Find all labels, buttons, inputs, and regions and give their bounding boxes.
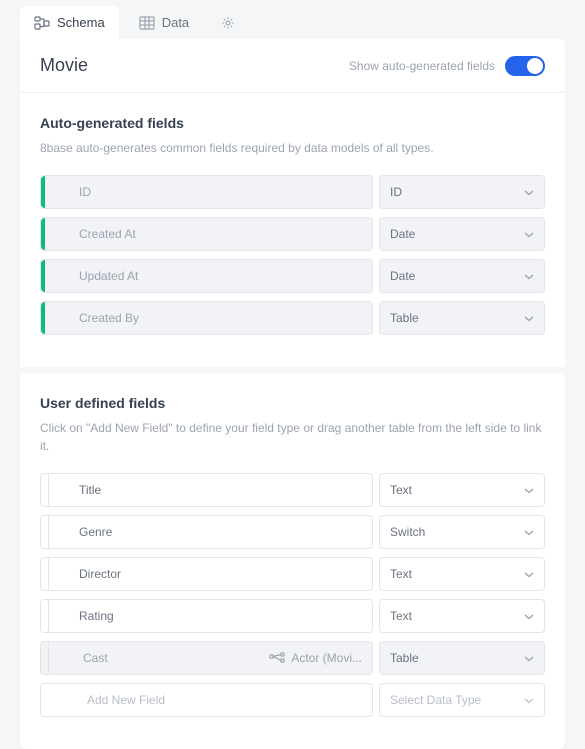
chevron-down-icon bbox=[524, 227, 534, 241]
field-name-box[interactable]: Title bbox=[40, 473, 373, 507]
field-type-select[interactable]: Text bbox=[379, 599, 545, 633]
field-handle[interactable] bbox=[41, 558, 49, 590]
field-type-select[interactable]: Table bbox=[379, 641, 545, 675]
field-row: Created By Table bbox=[40, 301, 545, 335]
field-name-box[interactable]: Cast Actor (Movi... bbox=[40, 641, 373, 675]
chevron-down-icon bbox=[524, 311, 534, 325]
page-title: Movie bbox=[40, 55, 88, 76]
field-handle[interactable] bbox=[41, 642, 49, 674]
field-label: Director bbox=[49, 567, 121, 581]
chevron-down-icon bbox=[524, 483, 534, 497]
field-type-label: Text bbox=[390, 483, 412, 497]
field-row: Updated At Date bbox=[40, 259, 545, 293]
field-name-box: Created At bbox=[40, 217, 373, 251]
relation-icon bbox=[269, 652, 285, 664]
section-desc: Click on "Add New Field" to define your … bbox=[40, 419, 545, 455]
field-label: Created By bbox=[45, 311, 139, 325]
gear-icon bbox=[221, 16, 237, 30]
tab-data[interactable]: Data bbox=[125, 6, 203, 39]
chevron-down-icon bbox=[524, 693, 534, 707]
section-title: Auto-generated fields bbox=[40, 115, 545, 131]
field-type-label: Table bbox=[390, 311, 419, 325]
field-type-select[interactable]: Text bbox=[379, 557, 545, 591]
field-type-select[interactable]: Text bbox=[379, 473, 545, 507]
field-label: ID bbox=[45, 185, 91, 199]
tab-data-label: Data bbox=[162, 15, 189, 30]
chevron-down-icon bbox=[524, 567, 534, 581]
field-row: Director Text bbox=[40, 557, 545, 591]
auto-generated-section: Auto-generated fields 8base auto-generat… bbox=[20, 93, 565, 367]
field-row: Cast Actor (Movi... Table bbox=[40, 641, 545, 675]
tab-schema[interactable]: Schema bbox=[20, 6, 119, 39]
field-handle[interactable] bbox=[41, 474, 49, 506]
field-label: Updated At bbox=[45, 269, 138, 283]
field-name-box: ID bbox=[40, 175, 373, 209]
field-name-box: Created By bbox=[40, 301, 373, 335]
chevron-down-icon bbox=[524, 609, 534, 623]
add-field-box[interactable] bbox=[40, 683, 373, 717]
chevron-down-icon bbox=[524, 185, 534, 199]
field-name-box[interactable]: Rating bbox=[40, 599, 373, 633]
chevron-down-icon bbox=[524, 525, 534, 539]
field-type-label: Date bbox=[390, 269, 415, 283]
field-type-select[interactable]: Date bbox=[379, 217, 545, 251]
user-defined-section: User defined fields Click on "Add New Fi… bbox=[20, 367, 565, 749]
data-icon bbox=[139, 16, 155, 30]
field-type-select[interactable]: Switch bbox=[379, 515, 545, 549]
section-desc: 8base auto-generates common fields requi… bbox=[40, 139, 545, 157]
chevron-down-icon bbox=[524, 269, 534, 283]
schema-panel: Movie Show auto-generated fields Auto-ge… bbox=[20, 39, 565, 749]
field-handle[interactable] bbox=[41, 600, 49, 632]
field-row: Title Text bbox=[40, 473, 545, 507]
field-type-select[interactable]: ID bbox=[379, 175, 545, 209]
add-field-input[interactable] bbox=[49, 684, 372, 716]
section-title: User defined fields bbox=[40, 395, 545, 411]
chevron-down-icon bbox=[524, 651, 534, 665]
field-type-label: ID bbox=[390, 185, 402, 199]
relation-text: Actor (Movi... bbox=[291, 651, 362, 665]
field-label: Cast bbox=[49, 651, 108, 665]
field-name-box[interactable]: Director bbox=[40, 557, 373, 591]
field-row: Created At Date bbox=[40, 217, 545, 251]
field-label: Rating bbox=[49, 609, 114, 623]
field-type-label: Text bbox=[390, 609, 412, 623]
tab-settings[interactable] bbox=[209, 6, 249, 39]
field-handle[interactable] bbox=[41, 516, 49, 548]
field-type-label: Switch bbox=[390, 525, 425, 539]
field-label: Genre bbox=[49, 525, 112, 539]
auto-fields-toggle[interactable] bbox=[505, 56, 545, 76]
field-relation: Actor (Movi... bbox=[269, 651, 372, 665]
field-label: Created At bbox=[45, 227, 136, 241]
toggle-label: Show auto-generated fields bbox=[349, 59, 495, 73]
field-name-box: Updated At bbox=[40, 259, 373, 293]
field-type-label: Text bbox=[390, 567, 412, 581]
tabs-bar: Schema Data bbox=[20, 6, 585, 39]
add-field-row: Select Data Type bbox=[40, 683, 545, 717]
field-row: ID ID bbox=[40, 175, 545, 209]
add-field-type-placeholder: Select Data Type bbox=[390, 693, 481, 707]
field-row: Genre Switch bbox=[40, 515, 545, 549]
field-row: Rating Text bbox=[40, 599, 545, 633]
schema-icon bbox=[34, 16, 50, 30]
field-name-box[interactable]: Genre bbox=[40, 515, 373, 549]
tab-schema-label: Schema bbox=[57, 15, 105, 30]
panel-header: Movie Show auto-generated fields bbox=[20, 39, 565, 93]
field-accent-none bbox=[41, 684, 49, 716]
field-label: Title bbox=[49, 483, 101, 497]
field-type-label: Date bbox=[390, 227, 415, 241]
field-type-select[interactable]: Table bbox=[379, 301, 545, 335]
field-type-label: Table bbox=[390, 651, 419, 665]
add-field-type-select[interactable]: Select Data Type bbox=[379, 683, 545, 717]
field-type-select[interactable]: Date bbox=[379, 259, 545, 293]
